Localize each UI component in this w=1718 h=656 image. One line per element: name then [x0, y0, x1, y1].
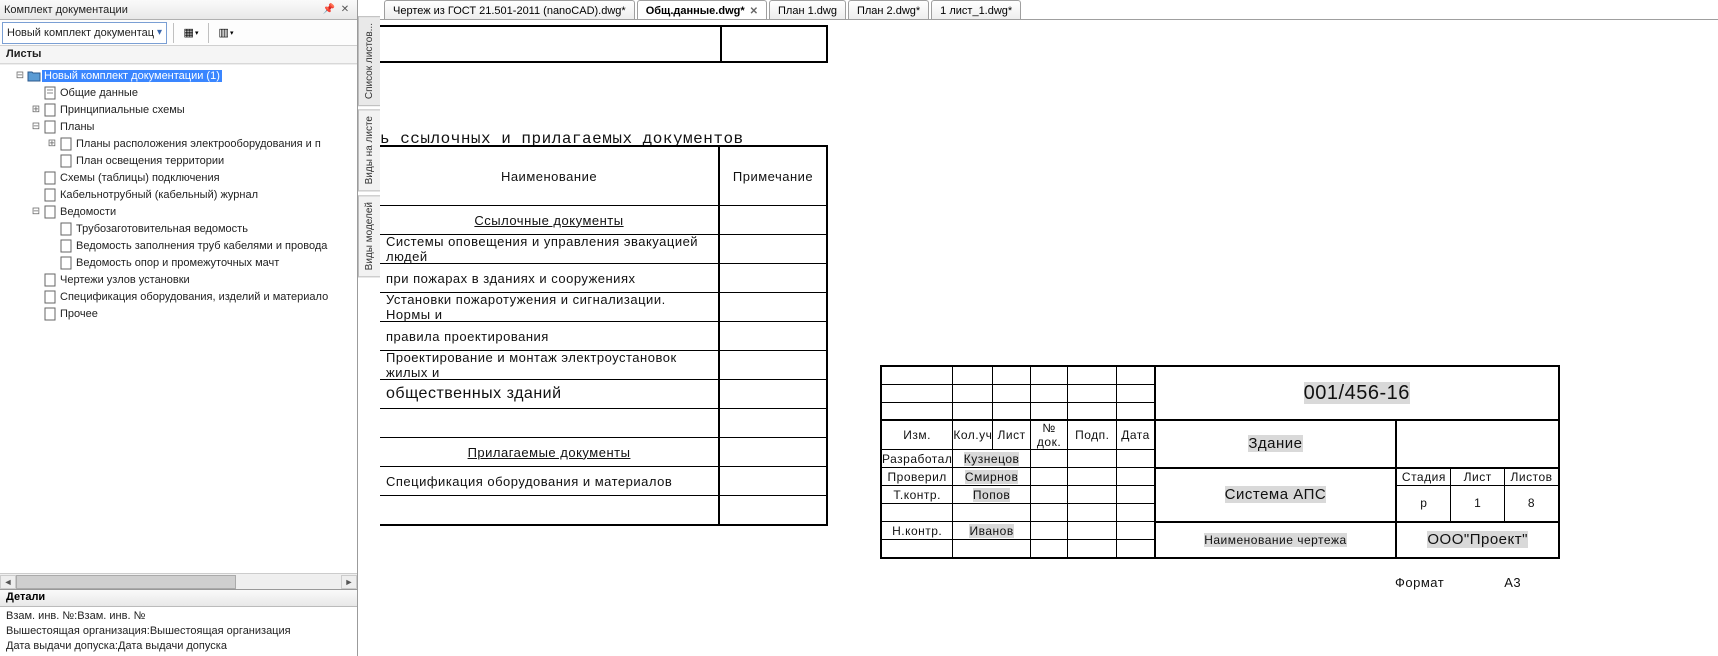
sheet-icon	[42, 103, 58, 117]
tab-gost[interactable]: Чертеж из ГОСТ 21.501-2011 (nanoCAD).dwg…	[384, 0, 635, 19]
toolbar-btn-1[interactable]: ▦▾	[180, 22, 202, 44]
tree-item-plan-elec[interactable]: ⊞ Планы расположения электрооборудования…	[0, 135, 357, 152]
close-tab-icon[interactable]: ✕	[750, 6, 758, 17]
sub-att: Прилагаемые документы	[380, 438, 720, 466]
sheet-icon	[42, 188, 58, 202]
folder-icon	[26, 69, 42, 83]
tree-item-v2[interactable]: Ведомость заполнения труб кабелями и про…	[0, 237, 357, 254]
tree-caption: Листы	[0, 46, 357, 64]
stamp-table: 001/456-16 Изм. Кол.уч Лист № док. Подп.…	[880, 365, 1560, 559]
sub-ref: Ссылочные документы	[380, 206, 720, 234]
sheet-icon	[42, 120, 58, 134]
scroll-left-icon[interactable]: ◄	[0, 575, 16, 589]
system-name: Система АПС	[1225, 486, 1327, 503]
close-icon[interactable]: ✕	[337, 2, 353, 18]
expand-icon[interactable]: ⊞	[30, 104, 42, 115]
sheet-icon	[58, 222, 74, 236]
h-scrollbar[interactable]: ◄ ►	[0, 573, 357, 589]
sheet-icon	[42, 290, 58, 304]
panel-toolbar: Новый комплект документац ▾ ▦▾ ▥▾	[0, 20, 357, 46]
collapse-icon[interactable]: ⊟	[30, 206, 42, 217]
tree-item-schemes[interactable]: ⊞ Принципиальные схемы	[0, 101, 357, 118]
tab-plan2[interactable]: План 2.dwg*	[848, 0, 929, 19]
sheet-icon	[42, 307, 58, 321]
tree-item-cable[interactable]: Кабельнотрубный (кабельный) журнал	[0, 186, 357, 203]
sheet-icon	[42, 171, 58, 185]
tree-item-spec[interactable]: Спецификация оборудования, изделий и мат…	[0, 288, 357, 305]
sheet-icon	[58, 137, 74, 151]
scroll-right-icon[interactable]: ►	[341, 575, 357, 589]
collapse-icon[interactable]: ⊟	[30, 121, 42, 132]
chevron-down-icon: ▾	[157, 27, 162, 38]
drawing-name: Наименование чертежа	[1204, 533, 1346, 547]
tree-item-v1[interactable]: Трубозаготовительная ведомость	[0, 220, 357, 237]
ref-docs-table: Наименование Примечание Ссылочные докуме…	[380, 145, 828, 526]
side-tabs: Список листов... Виды на листе Виды моде…	[358, 16, 380, 280]
details-body: Взам. инв. №:Взам. инв. № Вышестоящая ор…	[0, 607, 357, 656]
sidetab-layout-views[interactable]: Виды на листе	[358, 109, 380, 191]
tree-root[interactable]: ⊟ Новый комплект документации (1)	[0, 67, 357, 84]
col-name: Наименование	[380, 147, 720, 205]
details-section: Детали Взам. инв. №:Взам. инв. № Вышесто…	[0, 589, 357, 656]
sheet-icon	[58, 256, 74, 270]
title-block: 001/456-16 Изм. Кол.уч Лист № док. Подп.…	[880, 365, 1560, 559]
tree-item-nodes[interactable]: Чертежи узлов установки	[0, 271, 357, 288]
separator	[173, 23, 174, 43]
doc-code: 001/456-16	[1304, 382, 1410, 404]
tab-sheet1[interactable]: 1 лист_1.dwg*	[931, 0, 1021, 19]
panel-title: Комплект документации	[4, 4, 128, 16]
tab-common-data[interactable]: Общ.данные.dwg*✕	[637, 0, 767, 19]
tree-item-v3[interactable]: Ведомость опор и промежуточных мачт	[0, 254, 357, 271]
fragment-top	[380, 25, 828, 63]
check-name: Смирнов	[965, 470, 1018, 484]
expand-icon[interactable]: ⊞	[46, 138, 58, 149]
tree-item-plan-light[interactable]: План освещения территории	[0, 152, 357, 169]
panel-header: Комплект документации 📌 ✕	[0, 0, 357, 20]
sheet-icon	[58, 239, 74, 253]
sheet-icon	[42, 205, 58, 219]
details-title: Детали	[0, 590, 357, 607]
pin-icon[interactable]: 📌	[321, 2, 337, 18]
tree-item-common[interactable]: Общие данные	[0, 84, 357, 101]
tree-item-other[interactable]: Прочее	[0, 305, 357, 322]
tree-item-plans[interactable]: ⊟ Планы	[0, 118, 357, 135]
tree-item-vedom[interactable]: ⊟ Ведомости	[0, 203, 357, 220]
tree: ⊟ Новый комплект документации (1) Общие …	[0, 65, 357, 322]
col-note: Примечание	[720, 147, 826, 205]
org-name: ООО"Проект"	[1427, 531, 1528, 548]
tab-plan1[interactable]: План 1.dwg	[769, 0, 846, 19]
sheet-icon	[42, 273, 58, 287]
collapse-icon[interactable]: ⊟	[14, 70, 26, 81]
scroll-thumb[interactable]	[16, 575, 236, 589]
tree-item-conn[interactable]: Схемы (таблицы) подключения	[0, 169, 357, 186]
docset-combo[interactable]: Новый комплект документац ▾	[2, 22, 167, 44]
tree-wrap: ⊟ Новый комплект документации (1) Общие …	[0, 64, 357, 589]
separator	[208, 23, 209, 43]
format-label: Формат А3	[1395, 575, 1521, 590]
dev-name: Кузнецов	[964, 452, 1020, 466]
documentation-panel: Комплект документации 📌 ✕ Новый комплект…	[0, 0, 358, 656]
tree-root-label: Новый комплект документации (1)	[42, 70, 222, 82]
toolbar-btn-2[interactable]: ▥▾	[215, 22, 237, 44]
tcheck-name: Попов	[973, 488, 1010, 502]
sheet-icon	[42, 86, 58, 100]
sheet-icon	[58, 154, 74, 168]
building-name: Здание	[1248, 435, 1302, 452]
combo-label: Новый комплект документац	[7, 27, 154, 39]
drawing-canvas[interactable]: ь ссылочных и прилагаемых документов Наи…	[380, 20, 1718, 656]
sidetab-model-views[interactable]: Виды моделей	[358, 195, 380, 277]
sidetab-sheets-list[interactable]: Список листов...	[358, 16, 380, 106]
ncheck-name: Иванов	[969, 524, 1013, 538]
document-tabs: Чертеж из ГОСТ 21.501-2011 (nanoCAD).dwg…	[380, 0, 1718, 20]
